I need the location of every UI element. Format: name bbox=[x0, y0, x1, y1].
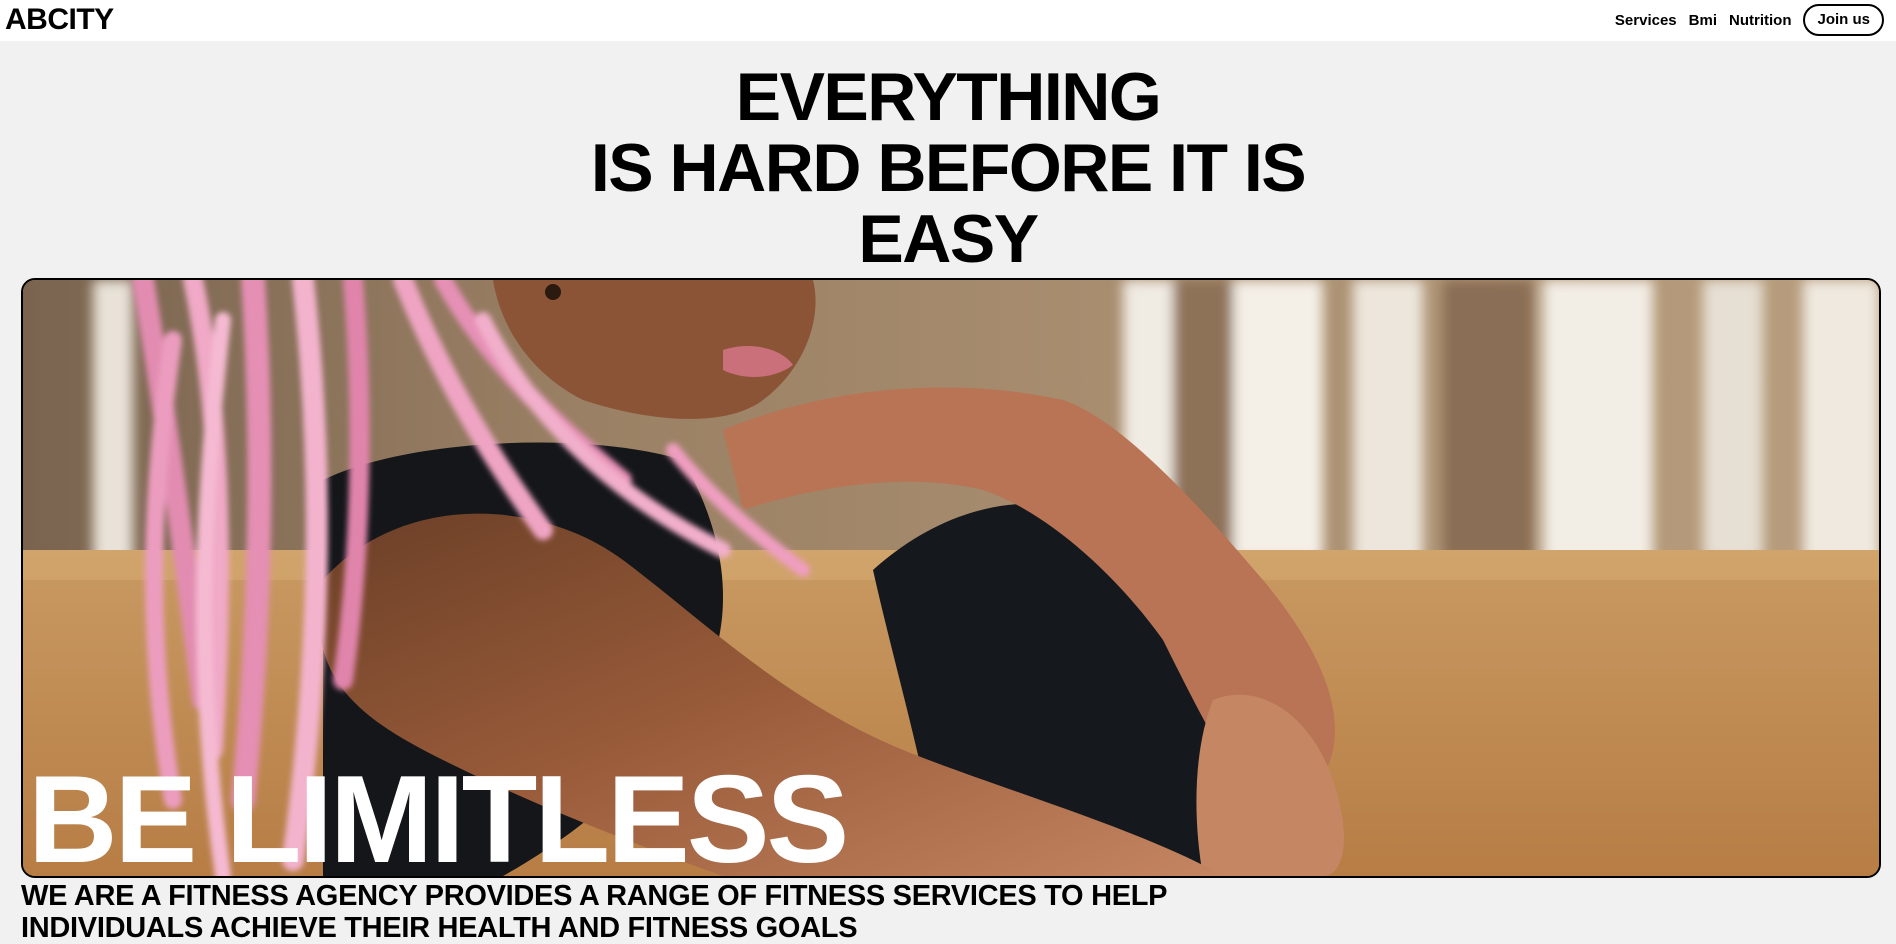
main-nav: Services Bmi Nutrition Join us bbox=[1615, 4, 1884, 36]
join-us-button[interactable]: Join us bbox=[1803, 4, 1884, 36]
headline-line-2: IS HARD BEFORE IT IS bbox=[590, 130, 1307, 206]
headline-line-3: EASY bbox=[858, 201, 1039, 277]
hero-overlay-title: BE LIMITLESS bbox=[28, 751, 849, 878]
headline-line-1: EVERYTHING bbox=[735, 59, 1162, 135]
site-logo[interactable]: ABCITY bbox=[5, 2, 114, 38]
nav-link-services[interactable]: Services bbox=[1615, 12, 1677, 29]
nav-link-bmi[interactable]: Bmi bbox=[1689, 12, 1717, 29]
hero-image-card: BE LIMITLESS bbox=[21, 278, 1881, 878]
about-tagline: WE ARE A FITNESS AGENCY PROVIDES A RANGE… bbox=[21, 880, 1167, 944]
top-navigation-bar: ABCITY Services Bmi Nutrition Join us bbox=[0, 0, 1896, 41]
nav-link-nutrition[interactable]: Nutrition bbox=[1729, 12, 1791, 29]
hero-headline: EVERYTHING IS HARD BEFORE IT IS EASY bbox=[0, 62, 1896, 275]
